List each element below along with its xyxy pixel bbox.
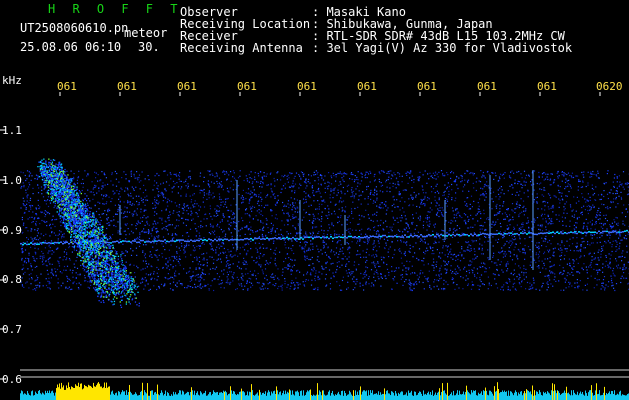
- x-tick-label: 0620: [596, 80, 623, 93]
- info-antenna-label: Receiving Antenna: [180, 41, 303, 55]
- app-title: H R O F F T: [48, 2, 183, 16]
- filename-label: UT2508060610.pn: [20, 21, 129, 35]
- x-tick-label: 061: [417, 80, 437, 93]
- x-tick-label: 061: [57, 80, 77, 93]
- x-tick-label: 061: [297, 80, 317, 93]
- y-tick-label: 0.9: [2, 224, 22, 237]
- frame-number-label: 30.: [138, 40, 160, 54]
- y-axis-unit: kHz: [2, 74, 22, 87]
- spectrogram-canvas: [0, 92, 629, 400]
- x-tick-label: 061: [117, 80, 137, 93]
- x-tick-label: 061: [237, 80, 257, 93]
- y-tick-label: 0.6: [2, 373, 22, 386]
- y-tick-label: 0.7: [2, 323, 22, 336]
- info-antenna-value: : 3el Yagi(V) Az 330 for Vladivostok: [312, 41, 573, 55]
- y-tick-label: 1.1: [2, 124, 22, 137]
- timestamp-label: 25.08.06 06:10: [20, 40, 122, 54]
- meteor-echo: [37, 158, 140, 308]
- meteor-label: meteor: [124, 26, 168, 40]
- x-tick-label: 061: [477, 80, 497, 93]
- y-tick-label: 1.0: [2, 174, 22, 187]
- y-tick-label: 0.8: [2, 273, 22, 286]
- x-tick-label: 061: [177, 80, 197, 93]
- amplitude-strip: [20, 382, 629, 400]
- x-tick-label: 061: [537, 80, 557, 93]
- x-tick-label: 061: [357, 80, 377, 93]
